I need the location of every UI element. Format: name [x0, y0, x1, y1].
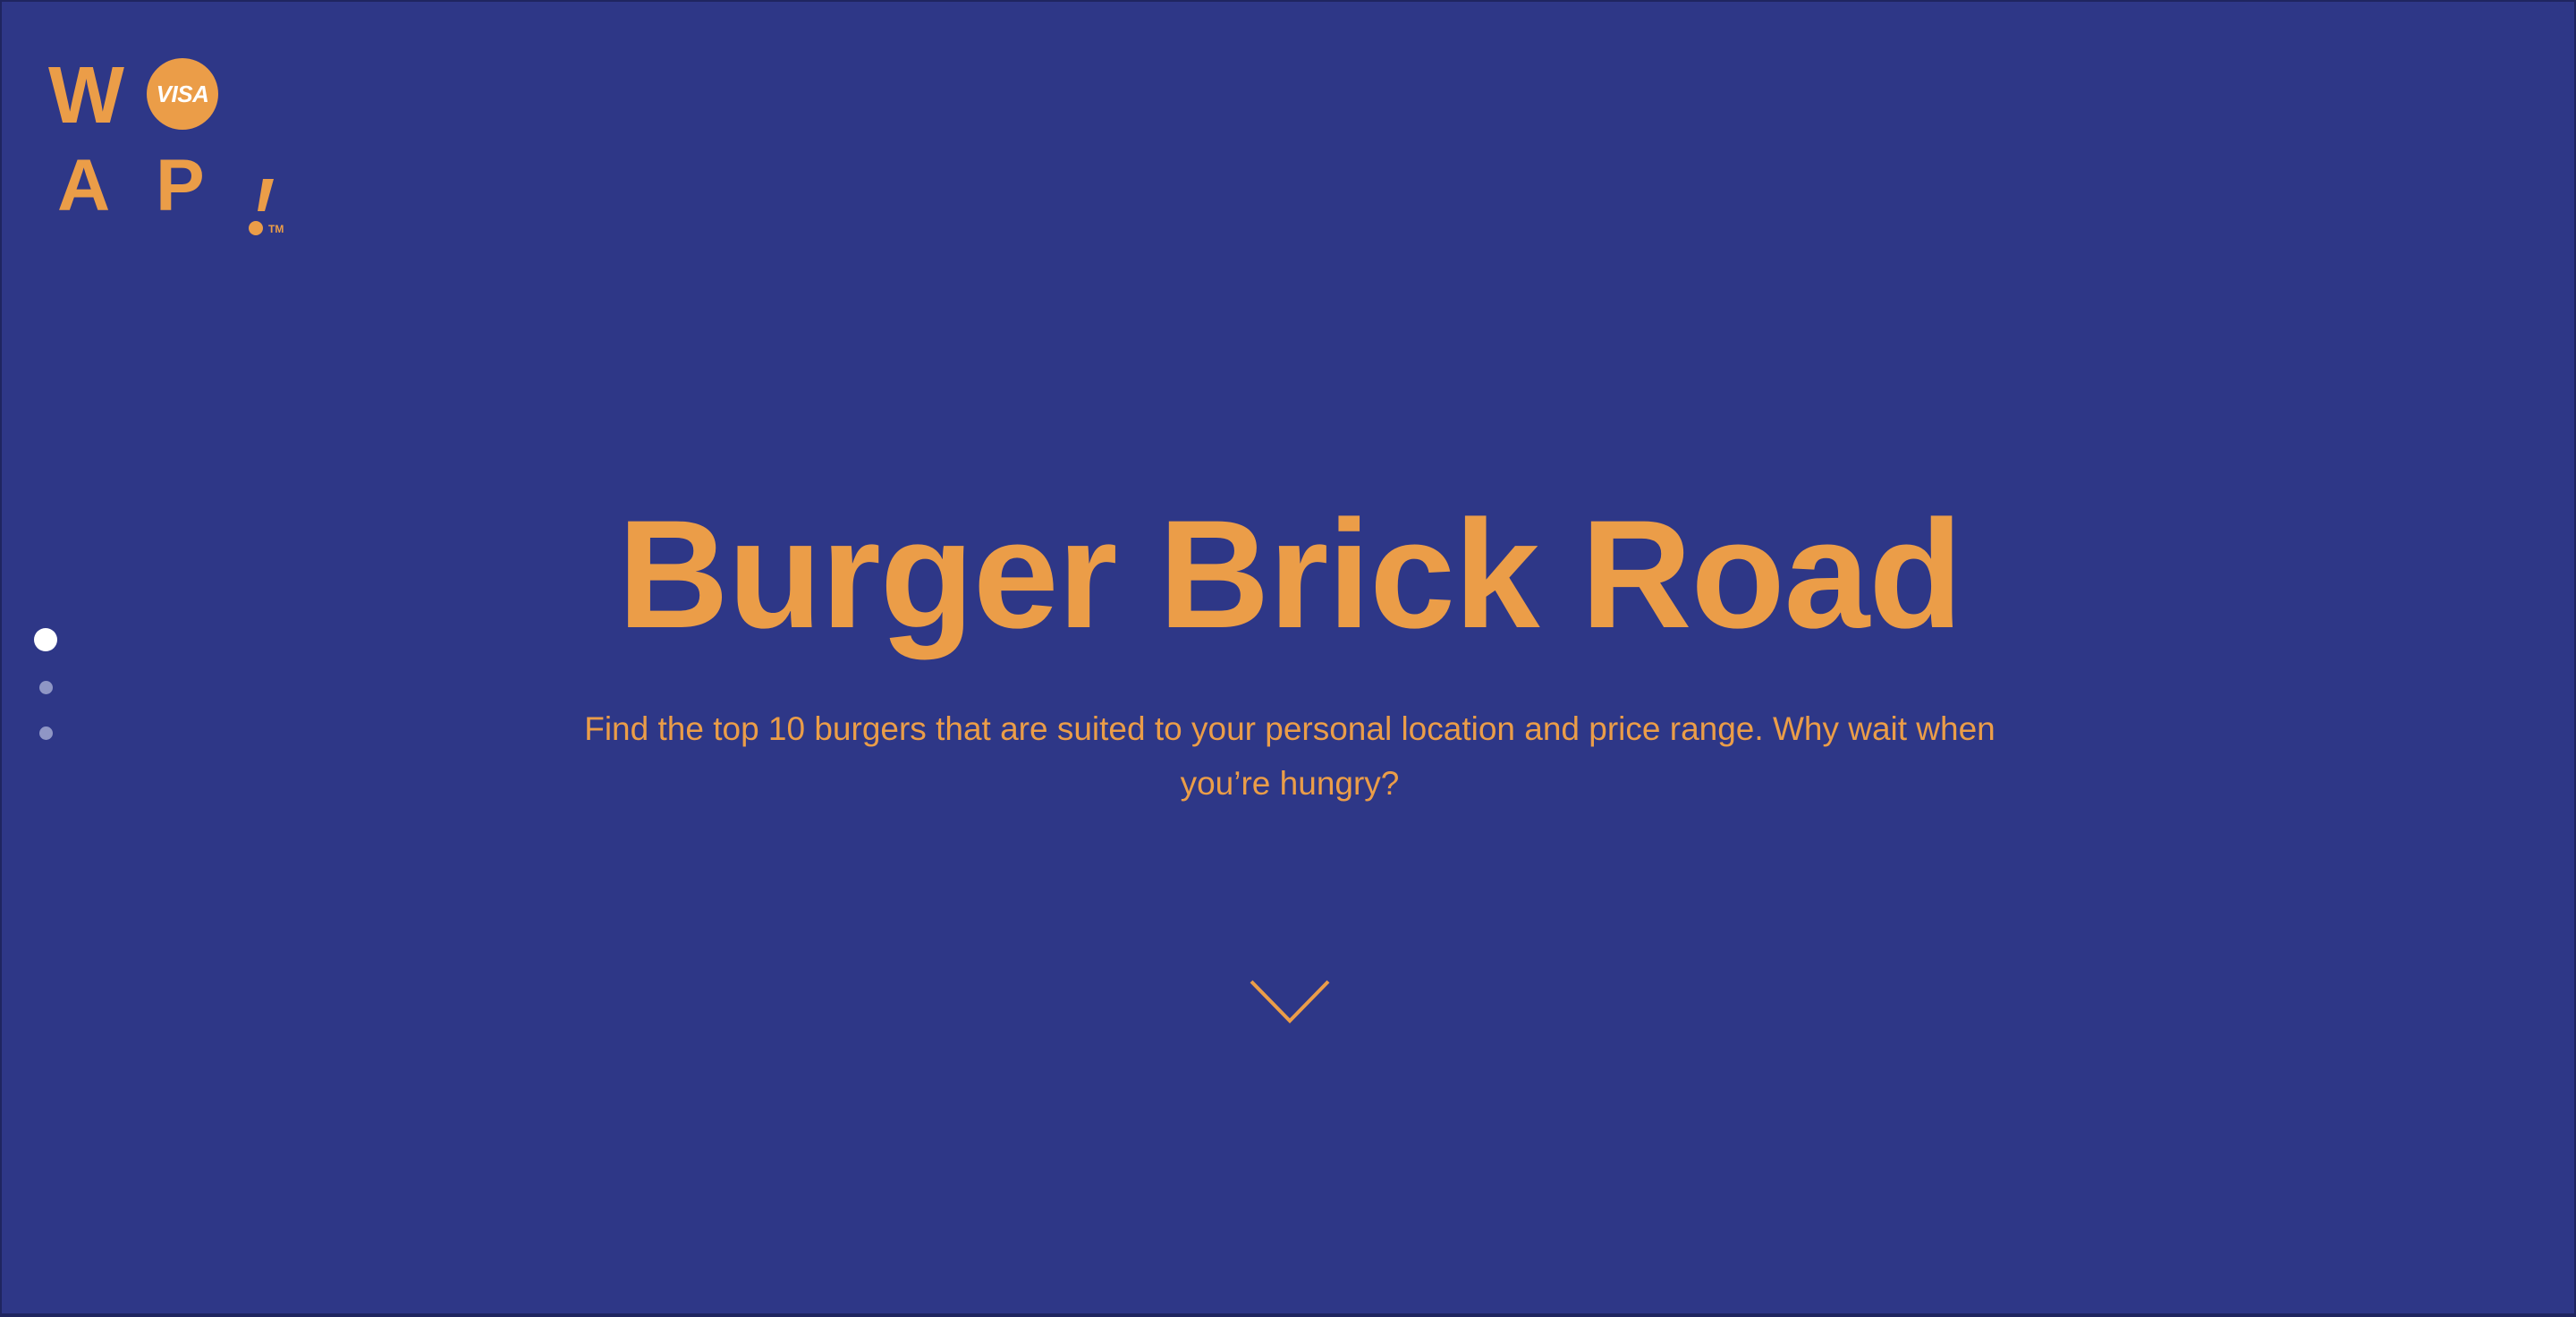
pagination-dot-3[interactable] — [39, 726, 53, 740]
page-frame: W VISA A P TM Burger Brick Road Find the… — [0, 0, 2576, 1317]
visa-badge-text: VISA — [156, 81, 209, 107]
chevron-down-icon[interactable] — [1249, 979, 1331, 1025]
logo-letter-p: P — [156, 145, 205, 226]
pagination-dot-2[interactable] — [39, 681, 53, 694]
logo-letter-a: A — [57, 145, 111, 226]
hero-subtitle: Find the top 10 burgers that are suited … — [584, 710, 1996, 802]
hero-title: Burger Brick Road — [617, 489, 1963, 660]
logo-letter-w: W — [48, 51, 124, 140]
visa-badge: VISA — [147, 58, 218, 130]
trademark-mark: TM — [268, 223, 284, 235]
wap-logo[interactable]: W VISA A P TM — [48, 55, 308, 243]
